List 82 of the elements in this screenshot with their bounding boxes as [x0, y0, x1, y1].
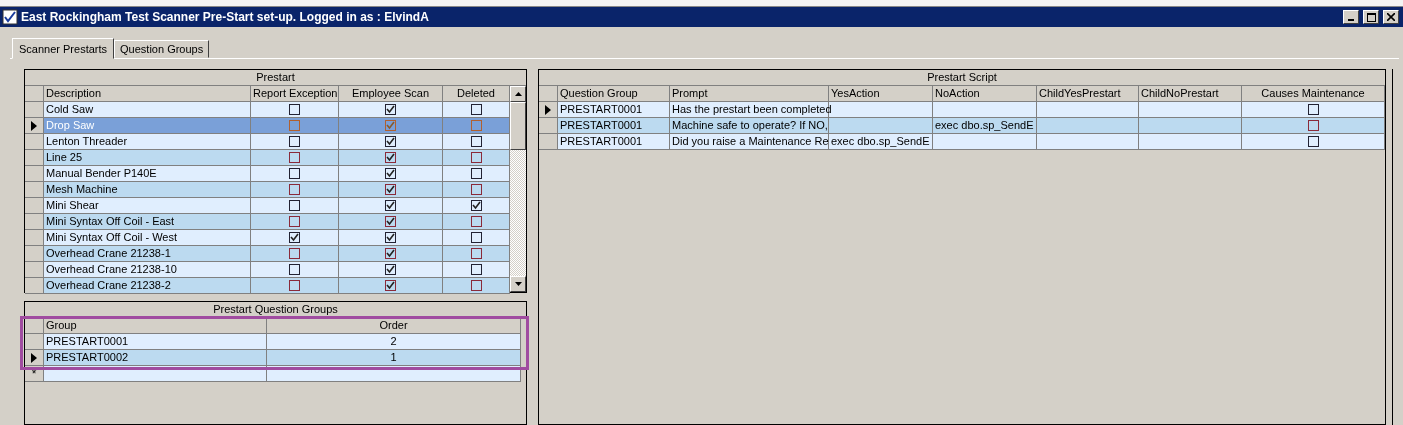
checkbox[interactable] — [385, 280, 396, 291]
table-cell: exec dbo.sp_SendE — [831, 134, 930, 149]
table-row[interactable]: Line 25 — [25, 150, 510, 166]
scroll-thumb[interactable] — [510, 102, 526, 150]
grid-caption: Prestart Question Groups — [25, 302, 526, 318]
checkbox[interactable] — [470, 232, 482, 243]
checkbox[interactable] — [289, 184, 300, 195]
maximize-button[interactable] — [1363, 10, 1379, 24]
current-row-icon — [31, 120, 37, 131]
grid-caption: Prestart — [25, 70, 526, 86]
maximize-icon — [1366, 12, 1376, 22]
close-button[interactable] — [1383, 10, 1399, 24]
checkbox[interactable] — [1307, 120, 1319, 131]
table-cell: Overhead Crane 21238-2 — [44, 278, 251, 294]
app-icon — [2, 9, 18, 25]
checkbox[interactable] — [470, 216, 482, 227]
table-row[interactable]: PRESTART0001 Did you raise a Maintenance Re exec dbo.sp_SendE — [539, 134, 1385, 150]
up-arrow-icon — [514, 92, 522, 96]
window-title: East Rockingham Test Scanner Pre-Start set-up. Logged in as : ElvindA — [21, 10, 429, 24]
checkbox[interactable] — [470, 120, 482, 131]
checkbox[interactable] — [385, 168, 396, 179]
checkbox[interactable] — [289, 136, 300, 147]
current-row-icon — [545, 104, 551, 115]
checkbox[interactable] — [385, 120, 396, 131]
checkbox[interactable] — [289, 232, 300, 243]
table-row[interactable]: Overhead Crane 21238-2 — [25, 278, 510, 294]
table-row[interactable]: Mini Syntax Off Coil - East — [25, 214, 510, 230]
checkbox[interactable] — [1307, 104, 1319, 115]
checkbox[interactable] — [385, 104, 396, 115]
table-row[interactable]: PRESTART0002 1 — [25, 350, 521, 366]
checkbox[interactable] — [289, 216, 300, 227]
checkbox[interactable] — [385, 264, 396, 275]
checkbox[interactable] — [385, 232, 396, 243]
checkbox[interactable] — [385, 200, 396, 211]
table-row[interactable]: Mesh Machine — [25, 182, 510, 198]
table-row[interactable]: Overhead Crane 21238-1 — [25, 246, 510, 262]
new-row-marker: * — [31, 367, 37, 380]
table-row[interactable]: Overhead Crane 21238-10 — [25, 262, 510, 278]
table-row[interactable]: PRESTART0001 2 — [25, 334, 521, 350]
row-selector[interactable] — [539, 102, 558, 118]
checkbox[interactable] — [289, 264, 300, 275]
current-row-icon — [31, 352, 37, 363]
checkbox[interactable] — [385, 248, 396, 259]
checkbox[interactable] — [470, 104, 482, 115]
checkbox[interactable] — [385, 152, 396, 163]
table-row[interactable]: PRESTART0001 Has the prestart been completed — [539, 102, 1385, 118]
tab[interactable]: Scanner Prestarts — [12, 38, 115, 59]
table-cell: Did you raise a Maintenance Re — [670, 134, 829, 150]
checkbox[interactable] — [289, 168, 300, 179]
checkbox[interactable] — [470, 248, 482, 259]
table-row[interactable]: Manual Bender P140E — [25, 166, 510, 182]
checkbox[interactable] — [289, 248, 300, 259]
checkbox[interactable] — [470, 264, 482, 275]
table-cell: PRESTART0001 — [558, 134, 670, 150]
tab[interactable]: Question Groups — [114, 40, 210, 58]
table-row[interactable]: Cold Saw — [25, 102, 510, 118]
row-selector[interactable] — [25, 350, 44, 366]
checkbox[interactable] — [470, 280, 482, 291]
checkbox[interactable] — [289, 120, 300, 131]
checkbox[interactable] — [1307, 136, 1319, 147]
checkbox[interactable] — [385, 184, 396, 195]
table-row[interactable]: Mini Shear — [25, 198, 510, 214]
checkbox[interactable] — [289, 104, 300, 115]
checkbox[interactable] — [470, 152, 482, 163]
table-row[interactable]: Mini Syntax Off Coil - West — [25, 230, 510, 246]
down-arrow-icon — [514, 282, 522, 286]
table-cell: exec dbo.sp_SendE — [935, 118, 1034, 133]
checkbox[interactable] — [470, 168, 482, 179]
grid-caption: Prestart Script — [539, 70, 1385, 86]
scrollbar[interactable] — [510, 86, 526, 292]
checkbox[interactable] — [385, 136, 396, 147]
checkbox[interactable] — [470, 200, 482, 211]
table-row[interactable]: Lenton Threader — [25, 134, 510, 150]
minimize-button[interactable] — [1343, 10, 1359, 24]
table-row[interactable]: PRESTART0001 Machine safe to operate? If NO, exec dbo.sp_SendE — [539, 118, 1385, 134]
close-icon — [1387, 13, 1395, 21]
checkbox[interactable] — [470, 136, 482, 147]
checkbox[interactable] — [289, 152, 300, 163]
checkbox[interactable] — [289, 280, 300, 291]
checkbox[interactable] — [385, 216, 396, 227]
checkbox[interactable] — [289, 200, 300, 211]
checkbox[interactable] — [470, 184, 482, 195]
